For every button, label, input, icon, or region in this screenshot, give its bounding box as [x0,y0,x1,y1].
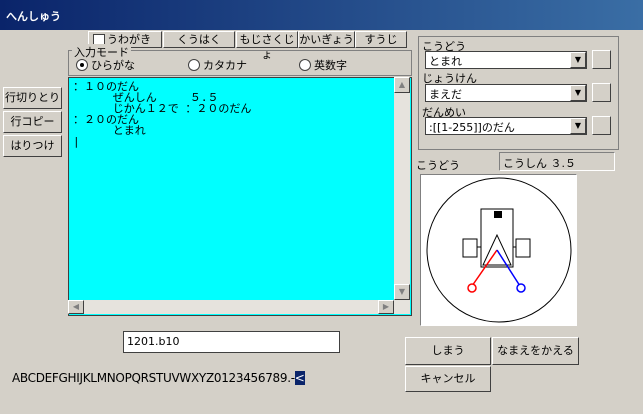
scroll-left-arrow-icon[interactable]: ◀ [68,300,84,314]
editor-line: とまれ [73,124,146,137]
rename-button[interactable]: なまえをかえる [492,337,579,365]
chevron-down-icon[interactable]: ▼ [570,118,586,134]
action-display: こうしん ３.５ [499,152,615,171]
behavior-select[interactable]: とまれ ▼ [425,51,587,69]
robot-preview [420,174,577,326]
filename-value: 1201.b10 [127,335,180,348]
behavior-apply-button[interactable] [592,50,611,69]
tab-delete-char[interactable]: もじさくじょ [236,31,298,61]
stage-select[interactable]: :[[1-255]]のだん ▼ [425,117,587,135]
character-palette-text: ABCDEFGHIJKLMNOPQRSTUVWXYZ0123456789.- [12,371,295,385]
behavior-value: とまれ [429,55,462,68]
program-editor[interactable]: ：１０のだん ぜんしん ５.５ じかん１２で ：２０のだん ：２０のだん とまれ… [68,77,412,316]
editor-horizontal-scrollbar[interactable]: ◀ ▶ [68,300,410,314]
editor-line: | [73,135,80,148]
robot-diagram-icon [426,177,572,323]
stage-apply-button[interactable] [592,116,611,135]
chevron-down-icon[interactable]: ▼ [570,85,586,101]
radio-hiragana-label: ひらがな [91,59,135,72]
save-button[interactable]: しまう [405,337,491,365]
stage-value: :[[1-255]]のだん [429,121,515,134]
copy-line-button[interactable]: 行コピー [3,111,62,133]
chevron-down-icon[interactable]: ▼ [570,52,586,68]
action-label: こうどう [416,159,460,172]
title-bar: へんしゅう [0,0,643,30]
filename-field[interactable]: 1201.b10 [123,331,340,353]
window-title: へんしゅう [6,10,61,23]
tab-number[interactable]: すうじ [355,31,407,48]
radio-alphanumeric[interactable] [299,59,311,71]
cut-line-button[interactable]: 行切りとり [3,87,62,109]
tab-newline[interactable]: かいぎょう [298,31,355,48]
editor-text: ：１０のだん ぜんしん ５.５ じかん１２で ：２０のだん ：２０のだん とまれ… [69,78,411,147]
scroll-up-arrow-icon[interactable]: ▲ [394,77,410,93]
tab-space[interactable]: くうはく [163,31,235,48]
radio-katakana-label: カタカナ [203,59,247,72]
character-palette[interactable]: ABCDEFGHIJKLMNOPQRSTUVWXYZ0123456789.-< [12,371,305,385]
radio-katakana[interactable] [188,59,200,71]
backspace-char[interactable]: < [294,371,305,385]
condition-apply-button[interactable] [592,83,611,102]
editor-vertical-scrollbar[interactable]: ▲ ▼ [394,77,410,300]
radio-alphanumeric-label: 英数字 [314,59,347,72]
action-value: こうしん ３.５ [503,157,576,170]
scroll-down-arrow-icon[interactable]: ▼ [394,284,410,300]
condition-value: まえだ [429,88,462,101]
condition-select[interactable]: まえだ ▼ [425,84,587,102]
cancel-button[interactable]: キャンセル [405,366,491,392]
paste-button[interactable]: はりつけ [3,135,62,157]
scroll-right-arrow-icon[interactable]: ▶ [378,300,394,314]
radio-hiragana[interactable] [76,59,88,71]
